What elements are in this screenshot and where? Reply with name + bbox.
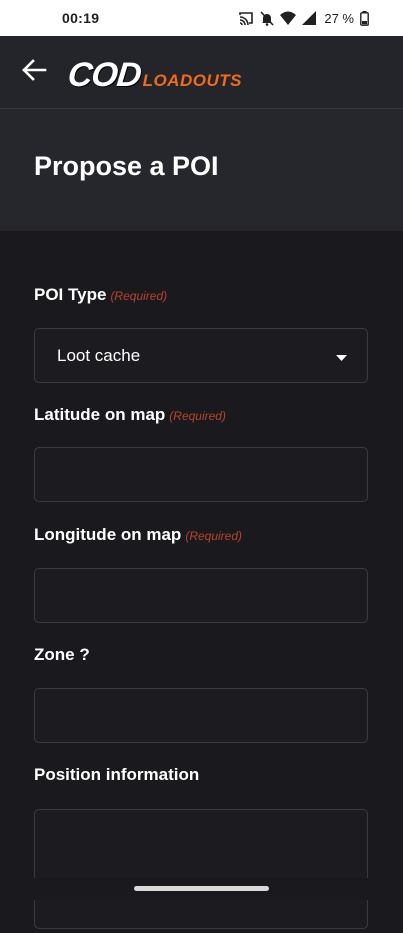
status-icons: 27 %	[238, 10, 369, 26]
bell-off-icon	[260, 10, 274, 26]
longitude-input[interactable]	[35, 569, 367, 622]
position-info-field[interactable]	[34, 809, 368, 929]
wifi-icon	[280, 11, 297, 25]
position-info-label: Position information	[34, 765, 199, 785]
gesture-nav-handle[interactable]	[134, 886, 269, 891]
arrow-left-icon	[21, 58, 47, 86]
zone-field[interactable]	[34, 688, 368, 743]
poi-type-label: POI Type (Required)	[34, 285, 167, 305]
app-header: COD LOADOUTS	[0, 36, 403, 109]
longitude-label-text: Longitude on map	[34, 525, 182, 544]
zone-input[interactable]	[35, 689, 367, 742]
poi-type-selected-value: Loot cache	[57, 345, 141, 365]
battery-percent: 27 %	[324, 10, 354, 26]
required-hint: (Required)	[110, 289, 168, 303]
zone-label-text: Zone ?	[34, 645, 90, 664]
dropdown-caret-icon	[336, 346, 347, 366]
poi-type-select[interactable]: Loot cache	[34, 328, 368, 383]
longitude-label: Longitude on map (Required)	[34, 525, 242, 545]
logo-sub-text: LOADOUTS	[142, 71, 242, 90]
app-logo: COD LOADOUTS	[66, 52, 242, 94]
status-bar: 00:19 27 %	[0, 0, 403, 36]
required-hint: (Required)	[169, 409, 226, 423]
battery-icon	[360, 10, 369, 26]
latitude-field[interactable]	[34, 447, 368, 502]
signal-icon	[302, 11, 317, 25]
zone-label: Zone ?	[34, 645, 90, 665]
back-button[interactable]	[20, 58, 48, 86]
latitude-label-text: Latitude on map	[34, 405, 166, 424]
position-info-label-text: Position information	[34, 765, 200, 784]
latitude-input[interactable]	[35, 448, 367, 501]
longitude-field[interactable]	[34, 568, 368, 623]
page-title: Propose a POI	[34, 151, 219, 181]
required-hint: (Required)	[185, 529, 243, 543]
latitude-label: Latitude on map (Required)	[34, 405, 226, 425]
position-info-textarea[interactable]	[35, 810, 367, 928]
cast-icon	[238, 11, 254, 25]
status-time: 00:19	[62, 10, 100, 26]
logo-main-text: COD	[66, 56, 143, 94]
title-band: Propose a POI	[0, 109, 403, 231]
poi-type-label-text: POI Type	[34, 285, 107, 304]
